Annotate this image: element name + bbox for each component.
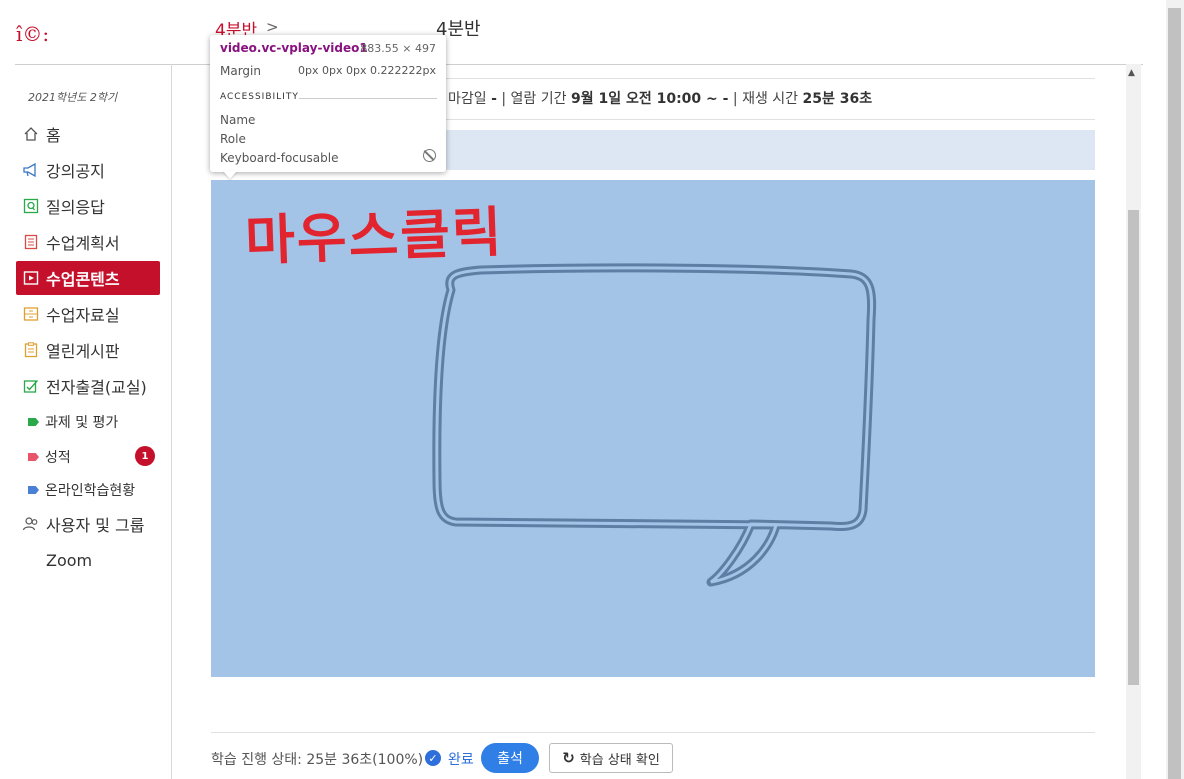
sidebar-item-attendance[interactable]: 전자출결(교실) bbox=[16, 369, 160, 403]
content-scrollbar-thumb[interactable] bbox=[1128, 210, 1139, 685]
sidebar-item-assignments[interactable]: 과제 및 평가 bbox=[28, 412, 118, 432]
tooltip-margin-label: Margin bbox=[220, 64, 261, 78]
sidebar-item-materials[interactable]: 수업자료실 bbox=[16, 297, 160, 331]
sidebar-item-users[interactable]: 사용자 및 그룹 bbox=[16, 507, 160, 541]
attendance-icon bbox=[22, 377, 40, 395]
home-icon bbox=[22, 125, 40, 143]
document-icon bbox=[22, 233, 40, 251]
board-icon bbox=[22, 341, 40, 359]
qa-icon bbox=[22, 197, 40, 215]
sidebar-item-board[interactable]: 열린게시판 bbox=[16, 333, 160, 367]
tooltip-accessibility-heading: ACCESSIBILITY bbox=[220, 92, 299, 102]
tag-icon bbox=[28, 486, 39, 494]
completion-label: 완료 bbox=[448, 752, 474, 768]
sidebar-item-label: 성적 bbox=[45, 450, 71, 466]
sidebar-item-notices[interactable]: 강의공지 bbox=[16, 153, 160, 187]
scroll-up-arrow-icon[interactable]: ▲ bbox=[1128, 68, 1135, 78]
tooltip-keyboard-label: Keyboard-focusable bbox=[220, 151, 339, 165]
sidebar-item-label: 홈 bbox=[46, 126, 61, 145]
tooltip-name-label: Name bbox=[220, 113, 256, 127]
sidebar-item-label: 온라인학습현황 bbox=[45, 483, 136, 499]
tooltip-selector: video.vc-vplay-video1 bbox=[220, 41, 368, 55]
sidebar-item-label: 수업자료실 bbox=[46, 306, 120, 325]
tag-icon bbox=[28, 418, 39, 426]
content-info-line: 마감일 - | 열람 기간 9월 1일 오전 10:00 ~ - | 재생 시간… bbox=[448, 91, 873, 107]
play-time-label: 재생 시간 bbox=[742, 91, 799, 107]
sidebar-item-label: 전자출결(교실) bbox=[46, 378, 147, 397]
play-time-value: 25분 36초 bbox=[802, 91, 873, 107]
sidebar-item-progress[interactable]: 온라인학습현황 bbox=[28, 480, 135, 500]
sidebar-item-label: 수업계획서 bbox=[46, 234, 120, 253]
video-player[interactable]: 마우스클릭 bbox=[211, 180, 1095, 677]
sidebar-item-zoom[interactable]: Zoom bbox=[16, 543, 160, 577]
tooltip-divider bbox=[299, 98, 437, 99]
sidebar-item-label: 열린게시판 bbox=[46, 342, 120, 361]
sidebar-item-home[interactable]: 홈 bbox=[16, 117, 160, 151]
megaphone-icon bbox=[22, 161, 40, 179]
tooltip-dimensions: 883.55 × 497 bbox=[360, 42, 436, 55]
open-period-label: 열람 기간 bbox=[510, 91, 567, 107]
sidebar-item-qa[interactable]: 질의응답 bbox=[16, 189, 160, 223]
sidebar-item-syllabus[interactable]: 수업계획서 bbox=[16, 225, 160, 259]
tooltip-arrow bbox=[223, 171, 237, 179]
open-period-value: 9월 1일 오전 10:00 ~ - bbox=[570, 91, 729, 107]
sidebar-item-label: 강의공지 bbox=[46, 162, 105, 181]
not-allowed-icon bbox=[423, 149, 436, 162]
play-icon bbox=[22, 269, 40, 287]
deadline-label: 마감일 bbox=[448, 91, 487, 107]
tag-icon bbox=[28, 453, 39, 461]
sidebar-item-label: 질의응답 bbox=[46, 198, 105, 217]
devtools-inspect-tooltip: video.vc-vplay-video1 883.55 × 497 Margi… bbox=[210, 35, 446, 172]
deadline-value: - bbox=[491, 91, 497, 107]
check-circle-icon: ✓ bbox=[425, 750, 441, 766]
check-status-button[interactable]: ↻ 학습 상태 확인 bbox=[549, 743, 673, 773]
refresh-icon: ↻ bbox=[562, 749, 575, 767]
site-logo[interactable]: î©: bbox=[16, 22, 49, 46]
learning-status-text: 학습 진행 상태: 25분 36초(100%) bbox=[211, 752, 424, 768]
footer-divider bbox=[211, 732, 1095, 733]
page-scrollbar-thumb[interactable] bbox=[1168, 8, 1181, 779]
archive-icon bbox=[22, 305, 40, 323]
speech-bubble-icon bbox=[432, 263, 877, 587]
sidebar-item-contents[interactable]: 수업콘텐츠 bbox=[16, 261, 160, 295]
tooltip-margin-value: 0px 0px 0px 0.222222px bbox=[298, 64, 436, 77]
sidebar-item-label: 과제 및 평가 bbox=[45, 415, 119, 431]
breadcrumb-separator: > bbox=[266, 18, 279, 36]
sidebar-divider bbox=[171, 64, 172, 779]
users-icon bbox=[22, 515, 40, 533]
sidebar-item-label: 수업콘텐츠 bbox=[46, 270, 120, 289]
semester-label: 2021학년도 2학기 bbox=[28, 91, 118, 104]
sidebar-item-label: 사용자 및 그룹 bbox=[46, 516, 145, 535]
tooltip-role-label: Role bbox=[220, 132, 246, 146]
sidebar-item-grades[interactable]: 성적 bbox=[28, 447, 71, 467]
header-divider bbox=[15, 64, 1143, 65]
sidebar-item-label: Zoom bbox=[46, 550, 93, 570]
check-status-label: 학습 상태 확인 bbox=[579, 752, 660, 768]
attendance-button[interactable]: 출석 bbox=[481, 743, 539, 773]
notification-badge: 1 bbox=[135, 446, 155, 466]
